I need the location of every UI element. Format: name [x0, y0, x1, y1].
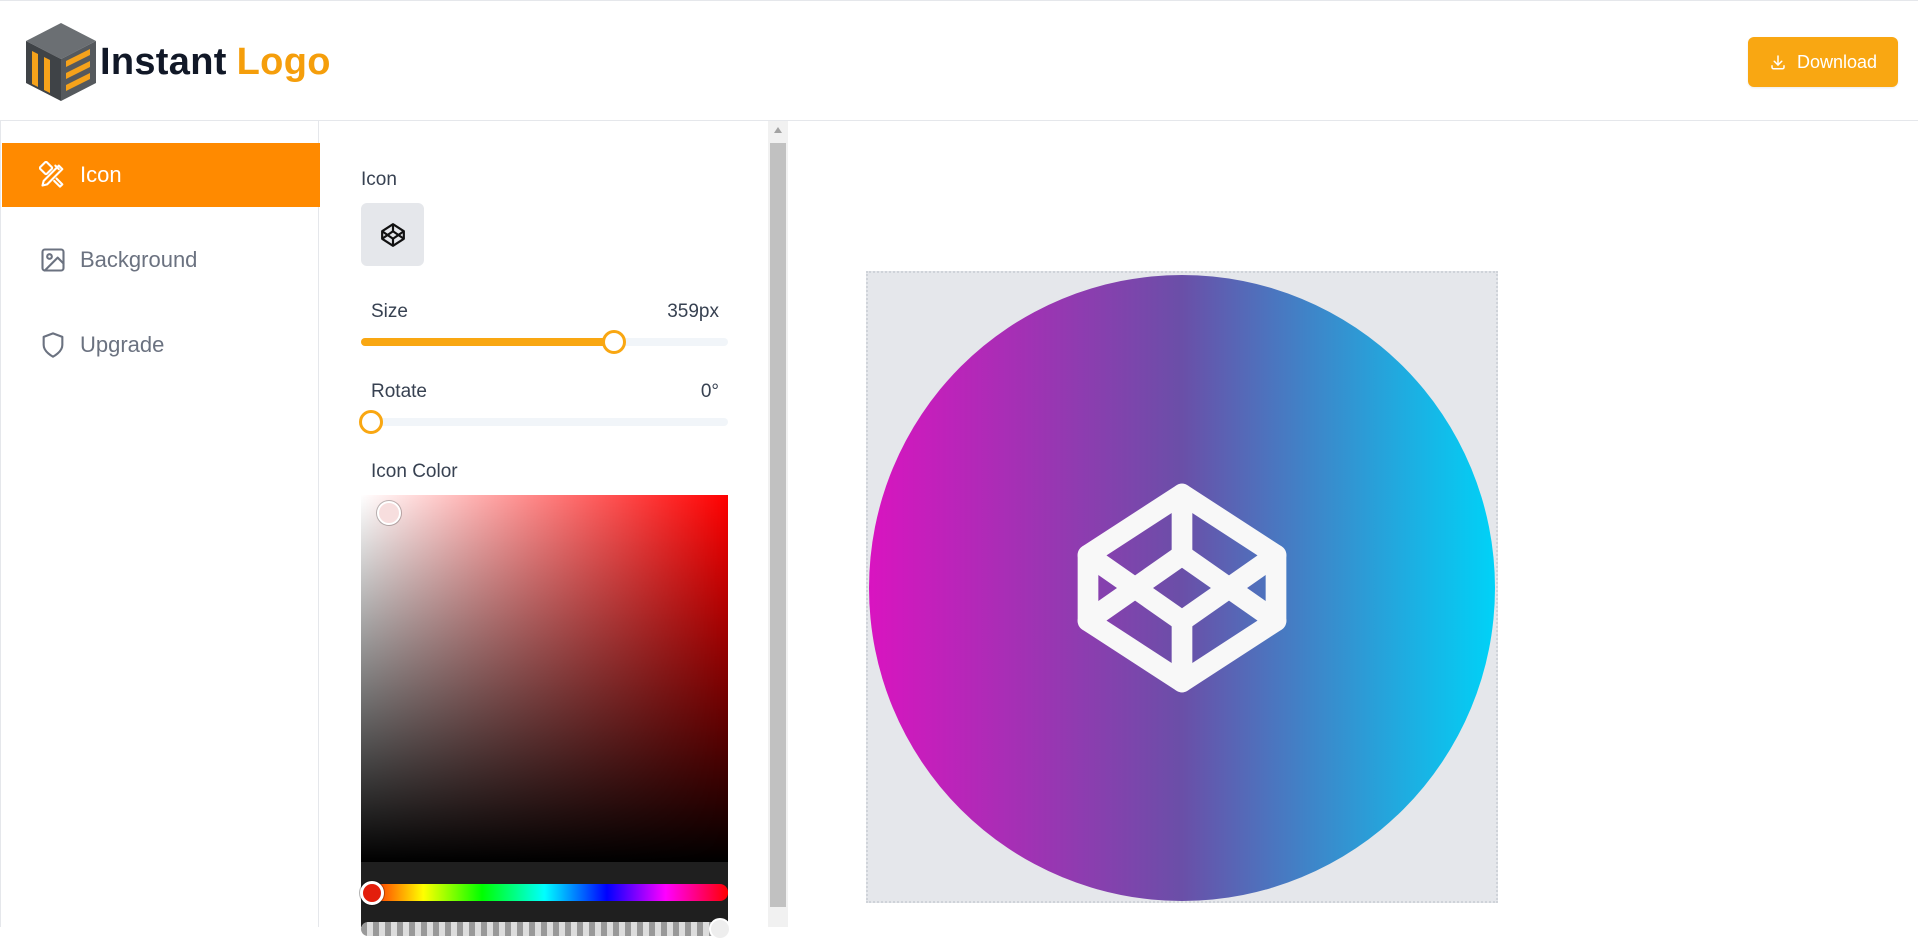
icon-color-label: Icon Color: [371, 461, 458, 482]
alpha-slider[interactable]: [361, 922, 728, 936]
app-logo[interactable]: Instant Logo: [24, 21, 331, 103]
codepen-icon: [380, 222, 405, 247]
icon-section-label: Icon: [361, 169, 397, 190]
sidebar: Icon Background Upgrade: [0, 121, 320, 927]
logo-preview: [869, 275, 1495, 901]
scrollbar-thumb[interactable]: [770, 143, 786, 907]
icon-selector-button[interactable]: [361, 203, 424, 266]
hue-slider[interactable]: [361, 884, 728, 901]
download-label: Download: [1796, 51, 1878, 72]
sidebar-item-upgrade[interactable]: Upgrade: [2, 313, 320, 377]
size-slider-fill: [361, 338, 615, 346]
image-icon: [38, 245, 68, 275]
app-header: Instant Logo Download: [0, 0, 1918, 121]
download-button[interactable]: Download: [1748, 37, 1898, 87]
sidebar-item-background[interactable]: Background: [2, 228, 320, 292]
sidebar-item-label: Icon: [80, 162, 122, 187]
download-icon: [1771, 55, 1785, 70]
pencil-ruler-icon: [38, 160, 68, 190]
color-saturation-area[interactable]: [361, 495, 728, 862]
color-picker-cursor[interactable]: [377, 501, 401, 525]
sidebar-item-label: Background: [80, 247, 198, 272]
rotate-value: 0°: [700, 381, 719, 402]
logo-background-circle: [869, 275, 1495, 901]
hue-slider-thumb[interactable]: [360, 881, 384, 905]
logo-text-accent: Logo: [236, 40, 331, 83]
logo-canvas[interactable]: [866, 271, 1498, 903]
sidebar-item-icon[interactable]: Icon: [2, 143, 320, 207]
rotate-label: Rotate: [371, 381, 427, 402]
logo-text-primary: Instant: [100, 40, 227, 83]
size-label: Size: [371, 301, 408, 322]
shield-icon: [38, 330, 68, 360]
panel-scrollbar[interactable]: [768, 121, 788, 927]
size-slider-thumb[interactable]: [602, 330, 627, 354]
scroll-up-arrow[interactable]: [768, 125, 788, 139]
rotate-slider-track[interactable]: [361, 418, 728, 426]
icon-settings-panel: Icon Size 359px Rotate 0° Icon Color: [320, 121, 788, 940]
rotate-slider-thumb[interactable]: [359, 410, 383, 434]
logo-cube-icon: [26, 23, 96, 101]
logo-text: Instant Logo: [100, 41, 331, 84]
alpha-slider-thumb[interactable]: [709, 918, 731, 940]
size-value: 359px: [667, 301, 719, 322]
sidebar-item-label: Upgrade: [80, 332, 165, 357]
